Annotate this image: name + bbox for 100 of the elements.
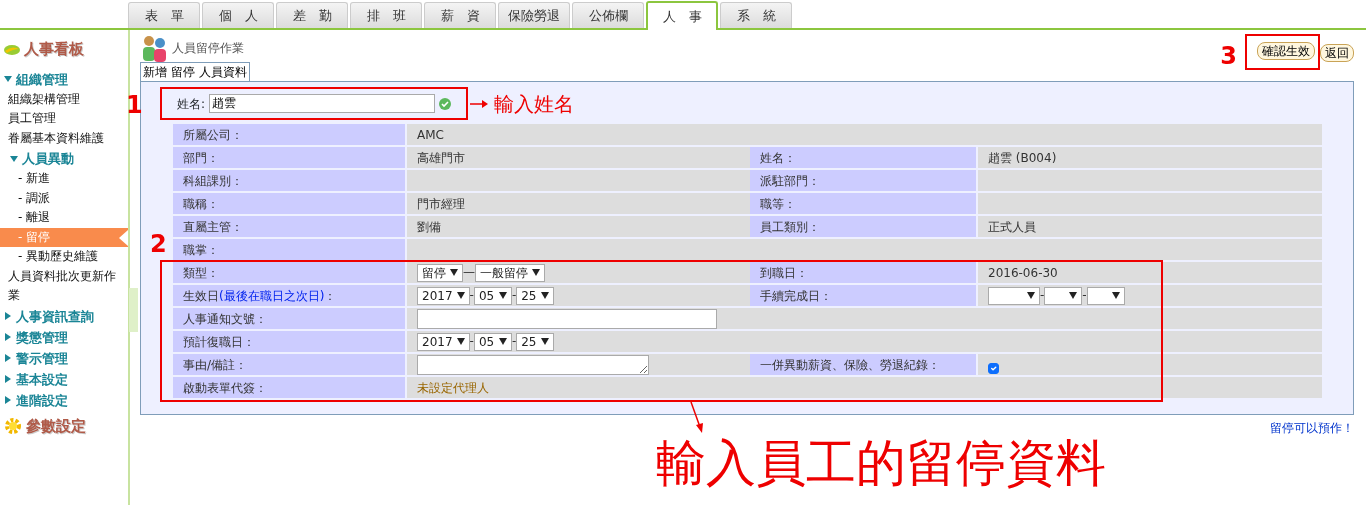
- caret-icon: [450, 269, 458, 277]
- dropdown[interactable]: 留停: [417, 263, 463, 282]
- separator: -: [1082, 288, 1087, 303]
- field-label: 職等：: [760, 196, 796, 211]
- page-title: 人員留停作業: [172, 40, 244, 57]
- leaf-icon: [4, 42, 20, 56]
- confirm-button[interactable]: 確認生效: [1257, 42, 1315, 60]
- caret-icon: [1111, 292, 1120, 300]
- menu-item[interactable]: - 調派: [0, 188, 128, 208]
- field-label: 派駐部門：: [760, 173, 820, 188]
- dropdown[interactable]: 25: [516, 332, 555, 351]
- field-label: 職稱：: [183, 196, 219, 211]
- field-value: 趙雲 (B004): [988, 150, 1057, 165]
- step-number: 2: [150, 232, 167, 256]
- text-field[interactable]: [417, 308, 717, 329]
- sidebar-title: 人事看板: [24, 39, 84, 60]
- field-label: 直屬主管：: [183, 219, 243, 234]
- field-value: 未設定代理人: [417, 380, 489, 395]
- dropdown[interactable]: [1086, 286, 1125, 305]
- field-value: 2016-06-30: [988, 265, 1058, 280]
- menu-group[interactable]: 獎懲管理: [16, 326, 68, 348]
- nav-tab[interactable]: 排 班: [350, 2, 422, 28]
- field-value: 門市經理: [417, 196, 465, 211]
- caret-icon: [541, 338, 550, 346]
- people-icon: [140, 34, 168, 62]
- dropdown[interactable]: [988, 286, 1040, 305]
- annotation-text: 輸入員工的留停資料: [656, 437, 1106, 490]
- nav-tab[interactable]: 公佈欄: [572, 2, 644, 28]
- gear-icon: [4, 416, 22, 435]
- menu-item[interactable]: - 新進: [0, 169, 128, 189]
- collapse-handle[interactable]: [129, 288, 138, 332]
- field-label: 事由/備註：: [183, 357, 248, 372]
- back-button[interactable]: 返回: [1320, 44, 1354, 62]
- dropdown[interactable]: 一般留停: [475, 263, 545, 282]
- name-field[interactable]: 趙雲: [209, 94, 435, 113]
- field-label: 到職日：: [760, 265, 808, 280]
- field-label: 姓名：: [760, 150, 796, 165]
- menu-item[interactable]: 組織架構管理: [0, 89, 124, 109]
- menu-item[interactable]: - 離退: [0, 208, 128, 228]
- separator: -: [1040, 288, 1045, 303]
- caret-icon: [498, 338, 507, 346]
- field-value: AMC: [417, 127, 444, 142]
- field-label: 預計復職日：: [183, 334, 255, 349]
- annotation-arrow: [469, 99, 488, 108]
- dropdown[interactable]: 05: [473, 286, 512, 305]
- nav-tab[interactable]: 薪 資: [424, 2, 496, 28]
- nav-tab[interactable]: 表 單: [128, 2, 200, 28]
- nav-tab[interactable]: 差 勤: [276, 2, 348, 28]
- field-label: 人事通知文號：: [183, 311, 267, 326]
- nav-tab[interactable]: 系 統: [720, 2, 792, 28]
- step-number: 1: [126, 93, 143, 117]
- dropdown[interactable]: 05: [473, 332, 512, 351]
- check-icon: [439, 97, 451, 110]
- nav-tab[interactable]: 個 人: [202, 2, 274, 28]
- caret-icon: [456, 292, 465, 300]
- caret-icon: [1027, 292, 1035, 300]
- separator: -: [511, 288, 517, 303]
- dropdown[interactable]: 2017: [417, 332, 470, 351]
- caret-icon: [1069, 292, 1078, 300]
- sidebar-footer[interactable]: 參數設定: [26, 414, 86, 437]
- menu-item[interactable]: 員工管理: [0, 109, 124, 129]
- field-label: 類型：: [183, 265, 219, 280]
- field-label: 職掌：: [183, 242, 219, 257]
- field-label: 所屬公司：: [183, 127, 243, 142]
- field-value: 高雄門市: [417, 150, 465, 165]
- menu-group[interactable]: 人員異動: [22, 148, 74, 169]
- nav-tab[interactable]: 保險勞退: [498, 2, 570, 28]
- dropdown[interactable]: [1044, 286, 1083, 305]
- annotation-arrow: [690, 401, 703, 433]
- menu-group[interactable]: 組織管理: [16, 68, 68, 90]
- annotation-text: 輸入姓名: [494, 90, 574, 118]
- dropdown[interactable]: 2017: [417, 286, 470, 305]
- separator: -: [469, 334, 474, 349]
- caret-icon: [541, 292, 550, 300]
- menu-group[interactable]: 基本設定: [16, 368, 68, 390]
- nav-tab[interactable]: 人 事: [646, 1, 718, 30]
- field-label: 科組課別：: [183, 173, 243, 188]
- menu-item[interactable]: - 異動歷史維護: [0, 247, 128, 267]
- menu-item[interactable]: 人員資料批次更新作業: [0, 266, 124, 306]
- note-text: 留停可以預作！: [1270, 421, 1354, 435]
- checkbox[interactable]: [988, 363, 999, 374]
- step-number: 3: [1220, 41, 1237, 72]
- menu-group[interactable]: 進階設定: [16, 389, 68, 411]
- field-label: 部門：: [183, 150, 219, 165]
- field-label: 啟動表單代簽：: [183, 380, 267, 395]
- field-label: 員工類別：: [760, 219, 820, 234]
- field-label: 生效日(最後在職日之次日)：: [183, 288, 337, 303]
- menu-group[interactable]: 人事資訊查詢: [16, 305, 94, 327]
- menu-item[interactable]: 眷屬基本資料維護: [0, 128, 124, 148]
- field-label: 一併異動薪資、保險、勞退紀錄：: [760, 357, 940, 372]
- text-area[interactable]: [417, 354, 649, 375]
- caret-icon: [498, 292, 507, 300]
- field-label: 手續完成日：: [760, 288, 832, 303]
- form-tab[interactable]: 新增 留停 人員資料: [140, 62, 250, 81]
- menu-group[interactable]: 警示管理: [16, 347, 68, 369]
- dropdown[interactable]: 25: [516, 286, 555, 305]
- field-label: 姓名:: [177, 95, 206, 113]
- separator: —: [463, 265, 475, 280]
- field-value: 正式人員: [988, 219, 1036, 234]
- caret-icon: [532, 269, 540, 277]
